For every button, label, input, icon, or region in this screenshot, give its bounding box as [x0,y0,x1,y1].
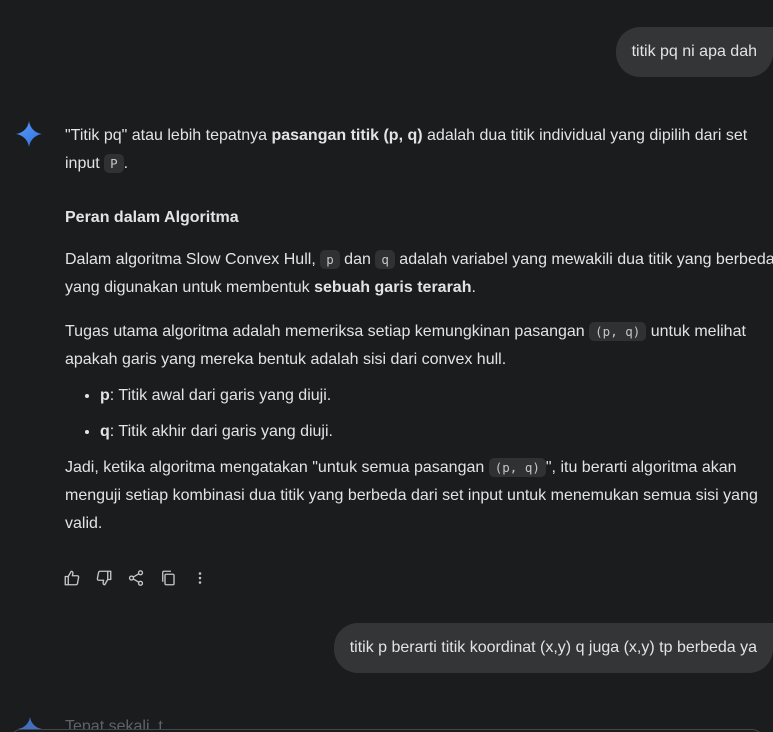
user-message-bubble: titik pq ni apa dah [615,27,773,77]
bold-text: pasangan titik (p, q) [271,127,423,144]
bullet-list: p: Titik awal dari garis yang diuji. q: … [65,382,773,446]
list-item: q: Titik akhir dari garis yang diuji. [100,418,773,446]
text-span: "Titik pq" atau lebih tepatnya [65,127,272,144]
thumbs-down-icon [96,570,112,586]
copy-icon [162,570,175,586]
inline-code: (p, q) [488,458,546,477]
bold-text: sebuah garis terarah [314,279,472,296]
share-button[interactable] [124,566,148,590]
response-paragraph-3: Tugas utama algoritma adalah memeriksa s… [65,318,773,374]
user-message-bubble: titik p berarti titik koordinat (x,y) q … [333,623,773,673]
user-message-text: titik p berarti titik koordinat (x,y) q … [349,639,757,656]
text-span: Jadi, ketika algoritma mengatakan "untuk… [65,459,489,476]
text-span: . [123,155,129,172]
thumbs-down-button[interactable] [92,566,116,590]
text-span: Dalam algoritma Slow Convex Hull, [65,251,321,268]
section-heading: Peran dalam Algoritma [65,209,239,226]
more-options-button[interactable] [188,566,212,590]
inline-code: q [375,250,395,269]
bullet-term: p [100,387,110,404]
inline-code: (p, q) [589,322,647,341]
more-vert-icon [198,572,202,584]
bullet-term: q [100,423,110,440]
copy-button[interactable] [156,566,180,590]
response-actions-bar [60,566,212,590]
bullet-text: : Titik awal dari garis yang diuji. [109,387,332,404]
share-icon [128,570,144,586]
thumbs-up-icon [64,570,80,586]
thumbs-up-button[interactable] [60,566,84,590]
chat-page: titik pq ni apa dah "Titik pq" atau lebi… [0,0,773,732]
inline-code: p [320,250,340,269]
inline-code: P [104,154,124,173]
response-paragraph-1: "Titik pq" atau lebih tepatnya pasangan … [65,122,773,178]
user-message-text: titik pq ni apa dah [631,43,757,60]
list-item: p: Titik awal dari garis yang diuji. [100,382,773,410]
model-response: "Titik pq" atau lebih tepatnya pasangan … [65,122,773,538]
response-paragraph-4: Jadi, ketika algoritma mengatakan "untuk… [65,454,773,538]
response-paragraph-2: Dalam algoritma Slow Convex Hull, p dan … [65,246,773,302]
text-span: . [471,279,476,296]
text-span: Tugas utama algoritma adalah memeriksa s… [65,323,590,340]
gemini-sparkle-icon [16,121,42,147]
text-span: dan [339,251,376,268]
bullet-text: : Titik akhir dari garis yang diuji. [109,423,333,440]
